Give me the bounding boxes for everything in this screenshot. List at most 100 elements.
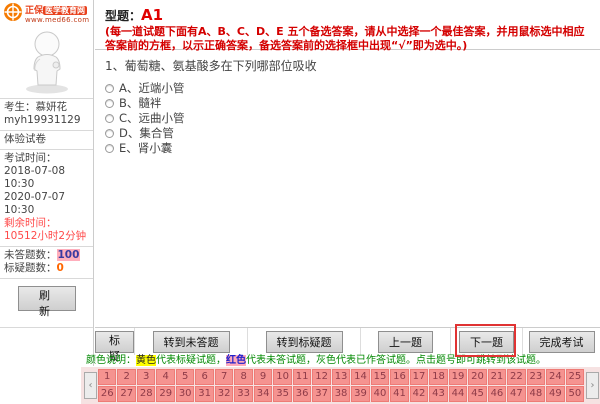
question-number-37[interactable]: 37 — [312, 386, 331, 402]
remaining-time-value: 10512小时2分钟 — [4, 230, 87, 242]
question-number-7[interactable]: 7 — [214, 369, 234, 385]
goto-unanswered-button[interactable]: 转到未答题 — [152, 330, 230, 353]
question-number-48[interactable]: 48 — [526, 386, 546, 402]
option-label: B、髓袢 — [119, 96, 162, 110]
question-number-50[interactable]: 50 — [565, 386, 585, 402]
question-number-34[interactable]: 34 — [253, 386, 273, 402]
question-type-label: 型题： — [105, 9, 142, 23]
brand-name-suffix: 医学教育网 — [43, 5, 88, 15]
question-number-35[interactable]: 35 — [273, 386, 292, 402]
flag-question-button[interactable]: 标疑 — [95, 330, 134, 363]
question-number-45[interactable]: 45 — [468, 386, 487, 402]
question-panel: 型题：A1 (每一道试题下面有A、B、C、D、E 五个备选答案，请从中选择一个最… — [95, 0, 600, 327]
question-number-28[interactable]: 28 — [136, 386, 156, 402]
question-number-32[interactable]: 32 — [214, 386, 234, 402]
color-legend: 颜色说明：黄色代表标疑试题，红色代表未答试题，灰色代表已作答试题。点击题号即可跳… — [86, 354, 600, 367]
flagged-count-label: 标疑题数： — [4, 262, 57, 274]
question-number-3[interactable]: 3 — [136, 369, 156, 385]
option-radio-icon[interactable] — [105, 114, 114, 123]
question-number-13[interactable]: 13 — [331, 369, 351, 385]
option-D[interactable]: D、集合管 — [105, 126, 590, 141]
legend-red-chip: 红色 — [226, 355, 246, 366]
question-instruction: (每一道试题下面有A、B、C、D、E 五个备选答案，请从中选择一个最佳答案，并用… — [105, 25, 585, 52]
grid-scroll-left-icon[interactable]: ‹ — [84, 372, 97, 399]
grid-row-2: 26 27 28 29 30 31 32 33 34 35 36 37 38 39 40 41 42 43 44 45… — [98, 386, 585, 402]
option-B[interactable]: B、髓袢 — [105, 96, 590, 111]
finish-exam-button[interactable]: 完成考试 — [528, 330, 595, 353]
legend-yellow-desc: 代表标疑试题， — [156, 355, 226, 366]
grid-scroll-right-icon[interactable]: › — [586, 372, 599, 399]
option-label: E、肾小囊 — [119, 141, 173, 155]
question-number-12[interactable]: 12 — [312, 369, 331, 385]
question-number-39[interactable]: 39 — [351, 386, 370, 402]
remaining-time-label: 剩余时间： — [4, 217, 57, 229]
question-number-21[interactable]: 21 — [487, 369, 507, 385]
unanswered-count-label: 未答题数： — [4, 249, 57, 261]
question-number-33[interactable]: 33 — [234, 386, 253, 402]
question-number-43[interactable]: 43 — [429, 386, 448, 402]
question-number-19[interactable]: 19 — [448, 369, 468, 385]
sidebar: 正保 医学教育网 www.med66.com 考生：慕妍花 myh19931129… — [0, 0, 94, 366]
question-body: 1、葡萄糖、氨基酸多在下列哪部位吸收 A、近端小管 B、髓袢 C、远曲小管 D、集合管… — [95, 50, 600, 163]
option-radio-icon[interactable] — [105, 99, 114, 108]
goto-flagged-button[interactable]: 转到标疑题 — [265, 330, 343, 353]
option-C[interactable]: C、远曲小管 — [105, 111, 590, 126]
question-number-2[interactable]: 2 — [117, 369, 136, 385]
examinee-section: 考生：慕妍花 myh19931129 — [0, 98, 93, 130]
question-number-5[interactable]: 5 — [175, 369, 195, 385]
option-A[interactable]: A、近端小管 — [105, 81, 590, 96]
exam-time-label: 考试时间： — [4, 152, 57, 164]
question-number-24[interactable]: 24 — [546, 369, 565, 385]
question-number-46[interactable]: 46 — [487, 386, 507, 402]
question-number-27[interactable]: 27 — [117, 386, 136, 402]
question-number-25[interactable]: 25 — [565, 369, 585, 385]
question-number-29[interactable]: 29 — [156, 386, 175, 402]
question-number-11[interactable]: 11 — [292, 369, 312, 385]
option-radio-icon[interactable] — [105, 129, 114, 138]
legend-yellow-chip: 黄色 — [136, 355, 156, 366]
question-number-31[interactable]: 31 — [195, 386, 214, 402]
question-number-36[interactable]: 36 — [292, 386, 312, 402]
question-number-22[interactable]: 22 — [507, 369, 526, 385]
question-number-38[interactable]: 38 — [331, 386, 351, 402]
legend-red-desc: 代表未答试题，灰色代表已作答试题。点击题号即可跳转到该试题。 — [246, 355, 546, 366]
question-number-26[interactable]: 26 — [98, 386, 117, 402]
brand-name-prefix: 正保 — [25, 5, 44, 16]
question-number-30[interactable]: 30 — [175, 386, 195, 402]
question-number-15[interactable]: 15 — [370, 369, 390, 385]
question-number-1[interactable]: 1 — [98, 369, 117, 385]
brand-url: www.med66.com — [25, 15, 90, 24]
grid-row-1: 1 2 3 4 5 6 7 8 9 10 11 12 13 14 15 16 17 18 19 20 21 22 23 24 2… — [98, 369, 585, 385]
question-number-23[interactable]: 23 — [526, 369, 546, 385]
question-number-6[interactable]: 6 — [195, 369, 214, 385]
option-radio-icon[interactable] — [105, 84, 114, 93]
question-number-49[interactable]: 49 — [546, 386, 565, 402]
question-number-14[interactable]: 14 — [351, 369, 370, 385]
brand-logo: 正保 医学教育网 www.med66.com — [0, 0, 93, 26]
question-number-4[interactable]: 4 — [156, 369, 175, 385]
navigation-toolbar: 标疑 转到未答题 转到标疑题 上一题 下一题 完成考试 — [95, 327, 600, 363]
counts-section: 未答题数：100 标疑题数：0 — [0, 246, 93, 278]
question-number-10[interactable]: 10 — [273, 369, 292, 385]
option-radio-icon[interactable] — [105, 144, 114, 153]
question-number-18[interactable]: 18 — [429, 369, 448, 385]
refresh-button[interactable]: 刷 新 — [17, 286, 76, 318]
question-number-16[interactable]: 16 — [390, 369, 409, 385]
avatar-figure-icon — [25, 31, 68, 94]
flagged-count-value: 0 — [56, 262, 64, 274]
question-number-47[interactable]: 47 — [507, 386, 526, 402]
question-number-44[interactable]: 44 — [448, 386, 468, 402]
question-number-8[interactable]: 8 — [234, 369, 253, 385]
question-number-20[interactable]: 20 — [468, 369, 487, 385]
question-number-40[interactable]: 40 — [370, 386, 390, 402]
exam-time-end: 2020-07-07 10:30 — [4, 191, 66, 216]
question-number-41[interactable]: 41 — [390, 386, 409, 402]
question-number-17[interactable]: 17 — [409, 369, 429, 385]
question-number-42[interactable]: 42 — [409, 386, 429, 402]
next-question-button[interactable]: 下一题 — [459, 330, 514, 353]
option-E[interactable]: E、肾小囊 — [105, 141, 590, 156]
question-number-9[interactable]: 9 — [253, 369, 273, 385]
question-number-grid: ‹ 1 2 3 4 5 6 7 8 9 10 11 12 13 14 15 16 17 18 19 20 21 22 23 2… — [81, 367, 600, 404]
previous-question-button[interactable]: 上一题 — [378, 330, 433, 353]
option-label: A、近端小管 — [119, 81, 185, 95]
